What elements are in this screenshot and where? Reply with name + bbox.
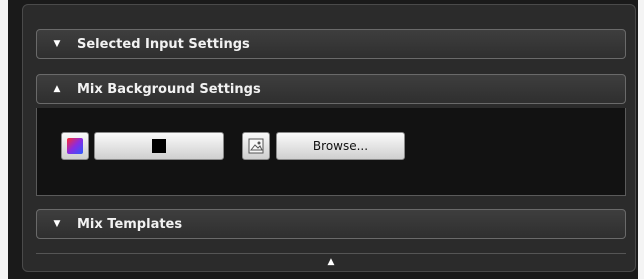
color-picker-button[interactable]: [61, 132, 89, 160]
background-color-swatch-button[interactable]: [94, 132, 224, 160]
section-label: Mix Templates: [77, 216, 183, 232]
color-gradient-icon: [67, 138, 83, 154]
browse-label: Browse...: [312, 139, 369, 153]
color-swatch: [152, 139, 166, 153]
mix-background-body: Browse...: [36, 108, 626, 196]
window-edge-right: [638, 0, 644, 279]
section-header-mix-background[interactable]: ▲ Mix Background Settings: [36, 74, 626, 104]
section-header-mix-templates[interactable]: ▼ Mix Templates: [36, 209, 626, 239]
triangle-up-icon: ▲: [327, 257, 335, 267]
window-edge-left: [0, 0, 8, 279]
image-icon: [248, 138, 264, 154]
scroll-up-bar[interactable]: ▲: [36, 253, 626, 270]
triangle-up-icon: ▲: [53, 84, 61, 94]
triangle-down-icon: ▼: [53, 219, 61, 229]
section-label: Mix Background Settings: [77, 81, 261, 97]
image-button[interactable]: [242, 132, 270, 160]
browse-button[interactable]: Browse...: [276, 132, 405, 160]
section-header-selected-input[interactable]: ▼ Selected Input Settings: [36, 29, 626, 59]
section-label: Selected Input Settings: [77, 36, 250, 52]
triangle-down-icon: ▼: [53, 39, 61, 49]
